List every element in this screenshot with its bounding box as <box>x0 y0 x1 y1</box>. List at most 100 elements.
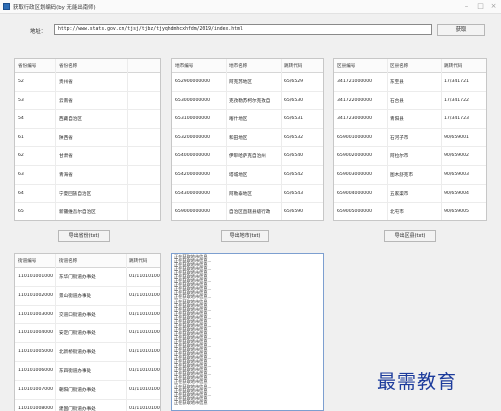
table-cell: 653100000000 <box>175 116 211 122</box>
table-row[interactable]: 659002000000 阿拉尔市 90/659002 <box>334 147 486 166</box>
table-row[interactable]: 659003000000 图木舒克市 90/659003 <box>334 166 486 185</box>
export-provinces-button[interactable]: 导出省份(txt) <box>58 230 110 242</box>
table-cell: 653000000000 <box>175 97 211 103</box>
table-cell: 景山街道办事处 <box>59 293 92 299</box>
table-cell: 01/110101001 <box>129 405 161 411</box>
column-header[interactable]: 街道名称 <box>59 258 77 264</box>
table-row[interactable]: 62 甘肃省 <box>15 147 160 166</box>
column-header[interactable]: 区县名称 <box>390 63 408 69</box>
table-cell: 65/6531 <box>284 116 304 122</box>
table-row[interactable]: 64 宁夏回族自治区 <box>15 185 160 204</box>
table-cell: 石河子市 <box>390 135 409 141</box>
table-cell: 110101007000 <box>18 386 54 392</box>
table-cell: 克孜勒苏柯尔克孜自 <box>229 98 271 104</box>
table-cell: 安定门街道办事处 <box>59 331 96 337</box>
table-cell: 01/110101001 <box>129 330 161 336</box>
table-cell: 65/6532 <box>284 134 304 140</box>
table-row[interactable]: 61 陕西省 <box>15 129 160 148</box>
table-cell: 90/659005 <box>444 209 469 215</box>
table-cell: 61 <box>18 134 24 140</box>
log-output[interactable]: 正在获取地市信息 正在获取地市信息... 正在获取地市信息 正在获取地市信息... 正在… <box>171 253 324 411</box>
table-cell: 阿勒泰地区 <box>229 191 252 197</box>
fetch-button[interactable]: 获取 <box>437 24 485 36</box>
table-cell: 90/659001 <box>444 134 469 140</box>
table-row[interactable]: 54 西藏自治区 <box>15 110 160 129</box>
table-row[interactable]: 110101004000 安定门街道办事处 01/110101001 <box>15 324 161 344</box>
table-cell: 青海省 <box>59 173 73 178</box>
table-row[interactable]: 341722000000 石台县 17/341722 <box>334 92 486 111</box>
url-input[interactable]: http://www.stats.gov.cn/tjsj/tjbz/tjyqhd… <box>54 24 432 35</box>
table-row[interactable]: 110101007000 朝阳门街道办事处 01/110101001 <box>15 381 160 400</box>
export-counties-button[interactable]: 导出区县(txt) <box>384 230 436 242</box>
table-cell: 青阳县 <box>390 117 404 123</box>
minimize-icon[interactable]: – <box>462 2 471 11</box>
table-cell: 17/341723 <box>444 116 469 122</box>
table-cell: 01/110101001 <box>129 311 161 317</box>
export-cities-button[interactable]: 导出地市(txt) <box>221 230 269 242</box>
table-cell: 65/6590 <box>284 209 304 215</box>
table-cell: 110101008000 <box>18 405 54 411</box>
table-row[interactable]: 63 青海省 <box>15 166 160 185</box>
table-cell: 贵州省 <box>59 80 73 85</box>
table-row[interactable]: 653200000000 和田地区 65/6532 <box>172 129 323 148</box>
city-table-header: 地市编号 地市名称 跳转代码 <box>172 59 323 73</box>
table-row[interactable]: 341723000000 青阳县 17/341723 <box>334 110 486 129</box>
table-cell: 交道口街道办事处 <box>59 312 96 318</box>
column-header[interactable]: 跳转代码 <box>129 258 147 264</box>
maximize-icon[interactable]: □ <box>476 2 485 11</box>
table-row[interactable]: 654000000000 伊犁哈萨克自治州 65/6540 <box>172 147 323 166</box>
table-row[interactable]: 653100000000 喀什地区 65/6531 <box>172 110 323 129</box>
table-cell: 110101004000 <box>18 330 54 336</box>
table-row[interactable]: 659000000000 自治区直辖县级行政 65/6590 <box>172 203 323 220</box>
table-cell: 63 <box>18 172 24 177</box>
table-cell: 东华门街道办事处 <box>59 275 96 280</box>
column-header[interactable]: 区县编号 <box>337 63 355 69</box>
table-row[interactable]: 110101003000 交道口街道办事处 01/110101001 <box>15 306 160 325</box>
table-cell: 云南省 <box>59 98 73 104</box>
table-cell: 341721000000 <box>337 79 373 84</box>
table-cell: 17/341722 <box>444 97 469 103</box>
table-cell: 62 <box>18 153 24 159</box>
column-header[interactable]: 街道编号 <box>18 258 36 264</box>
table-cell: 建国门街道办事处 <box>59 406 96 411</box>
table-cell: 659002000000 <box>337 153 373 159</box>
table-cell: 65/6543 <box>284 190 304 196</box>
column-header[interactable]: 省份名称 <box>59 63 77 69</box>
city-table: 地市编号 地市名称 跳转代码 652900000000 阿克苏地区 65/6529 6… <box>171 58 324 221</box>
table-row[interactable]: 652900000000 阿克苏地区 65/6529 <box>172 73 323 92</box>
table-cell: 塔城地区 <box>229 173 248 178</box>
table-cell: 90/659004 <box>444 190 469 196</box>
table-cell: 64 <box>18 190 24 196</box>
column-header[interactable]: 跳转代码 <box>284 63 302 69</box>
table-row[interactable]: 110101008000 建国门街道办事处 01/110101001 <box>15 400 160 411</box>
column-header[interactable]: 省份编号 <box>18 63 36 69</box>
table-row[interactable]: 659005000000 北屯市 90/659005 <box>334 203 486 220</box>
table-row[interactable]: 659004000000 五家渠市 90/659004 <box>334 185 486 204</box>
table-row[interactable]: 110101006000 东四街道办事处 01/110101001 <box>15 362 160 381</box>
table-cell: 90/659002 <box>444 153 469 159</box>
table-cell: 341723000000 <box>337 116 373 122</box>
table-row[interactable]: 654200000000 塔城地区 65/6542 <box>172 166 323 185</box>
table-row[interactable]: 110101002000 景山街道办事处 01/110101001 <box>15 287 160 306</box>
close-icon[interactable]: × <box>489 2 498 11</box>
table-row[interactable]: 654300000000 阿勒泰地区 65/6543 <box>172 185 323 204</box>
column-header[interactable]: 地市名称 <box>229 63 247 69</box>
table-row[interactable]: 65 新疆维吾尔自治区 <box>15 203 160 220</box>
table-cell: 01/110101001 <box>129 292 161 298</box>
table-cell: 东至县 <box>390 80 404 85</box>
table-cell: 阿拉尔市 <box>390 154 409 160</box>
table-row[interactable]: 53 云南省 <box>15 92 160 111</box>
table-cell: 65/6542 <box>284 172 304 177</box>
table-row[interactable]: 653000000000 克孜勒苏柯尔克孜自 65/6530 <box>172 92 323 111</box>
table-cell: 01/110101001 <box>129 386 161 392</box>
table-row[interactable]: 110101005000 北新桥街道办事处 01/110101001 <box>15 343 160 362</box>
table-row[interactable]: 341721000000 东至县 17/341721 <box>334 73 486 92</box>
table-cell: 新疆维吾尔自治区 <box>59 210 96 216</box>
column-header[interactable]: 地市编号 <box>175 63 193 69</box>
watermark-text: 最需教育 <box>377 371 458 393</box>
table-row[interactable]: 659001000000 石河子市 90/659001 <box>334 129 486 148</box>
table-row[interactable]: 110101001000 东华门街道办事处 01/110101001 <box>15 268 160 287</box>
table-row[interactable]: 52 贵州省 <box>15 73 160 92</box>
table-cell: 01/110101001 <box>129 274 161 279</box>
column-header[interactable]: 跳转代码 <box>444 63 462 69</box>
